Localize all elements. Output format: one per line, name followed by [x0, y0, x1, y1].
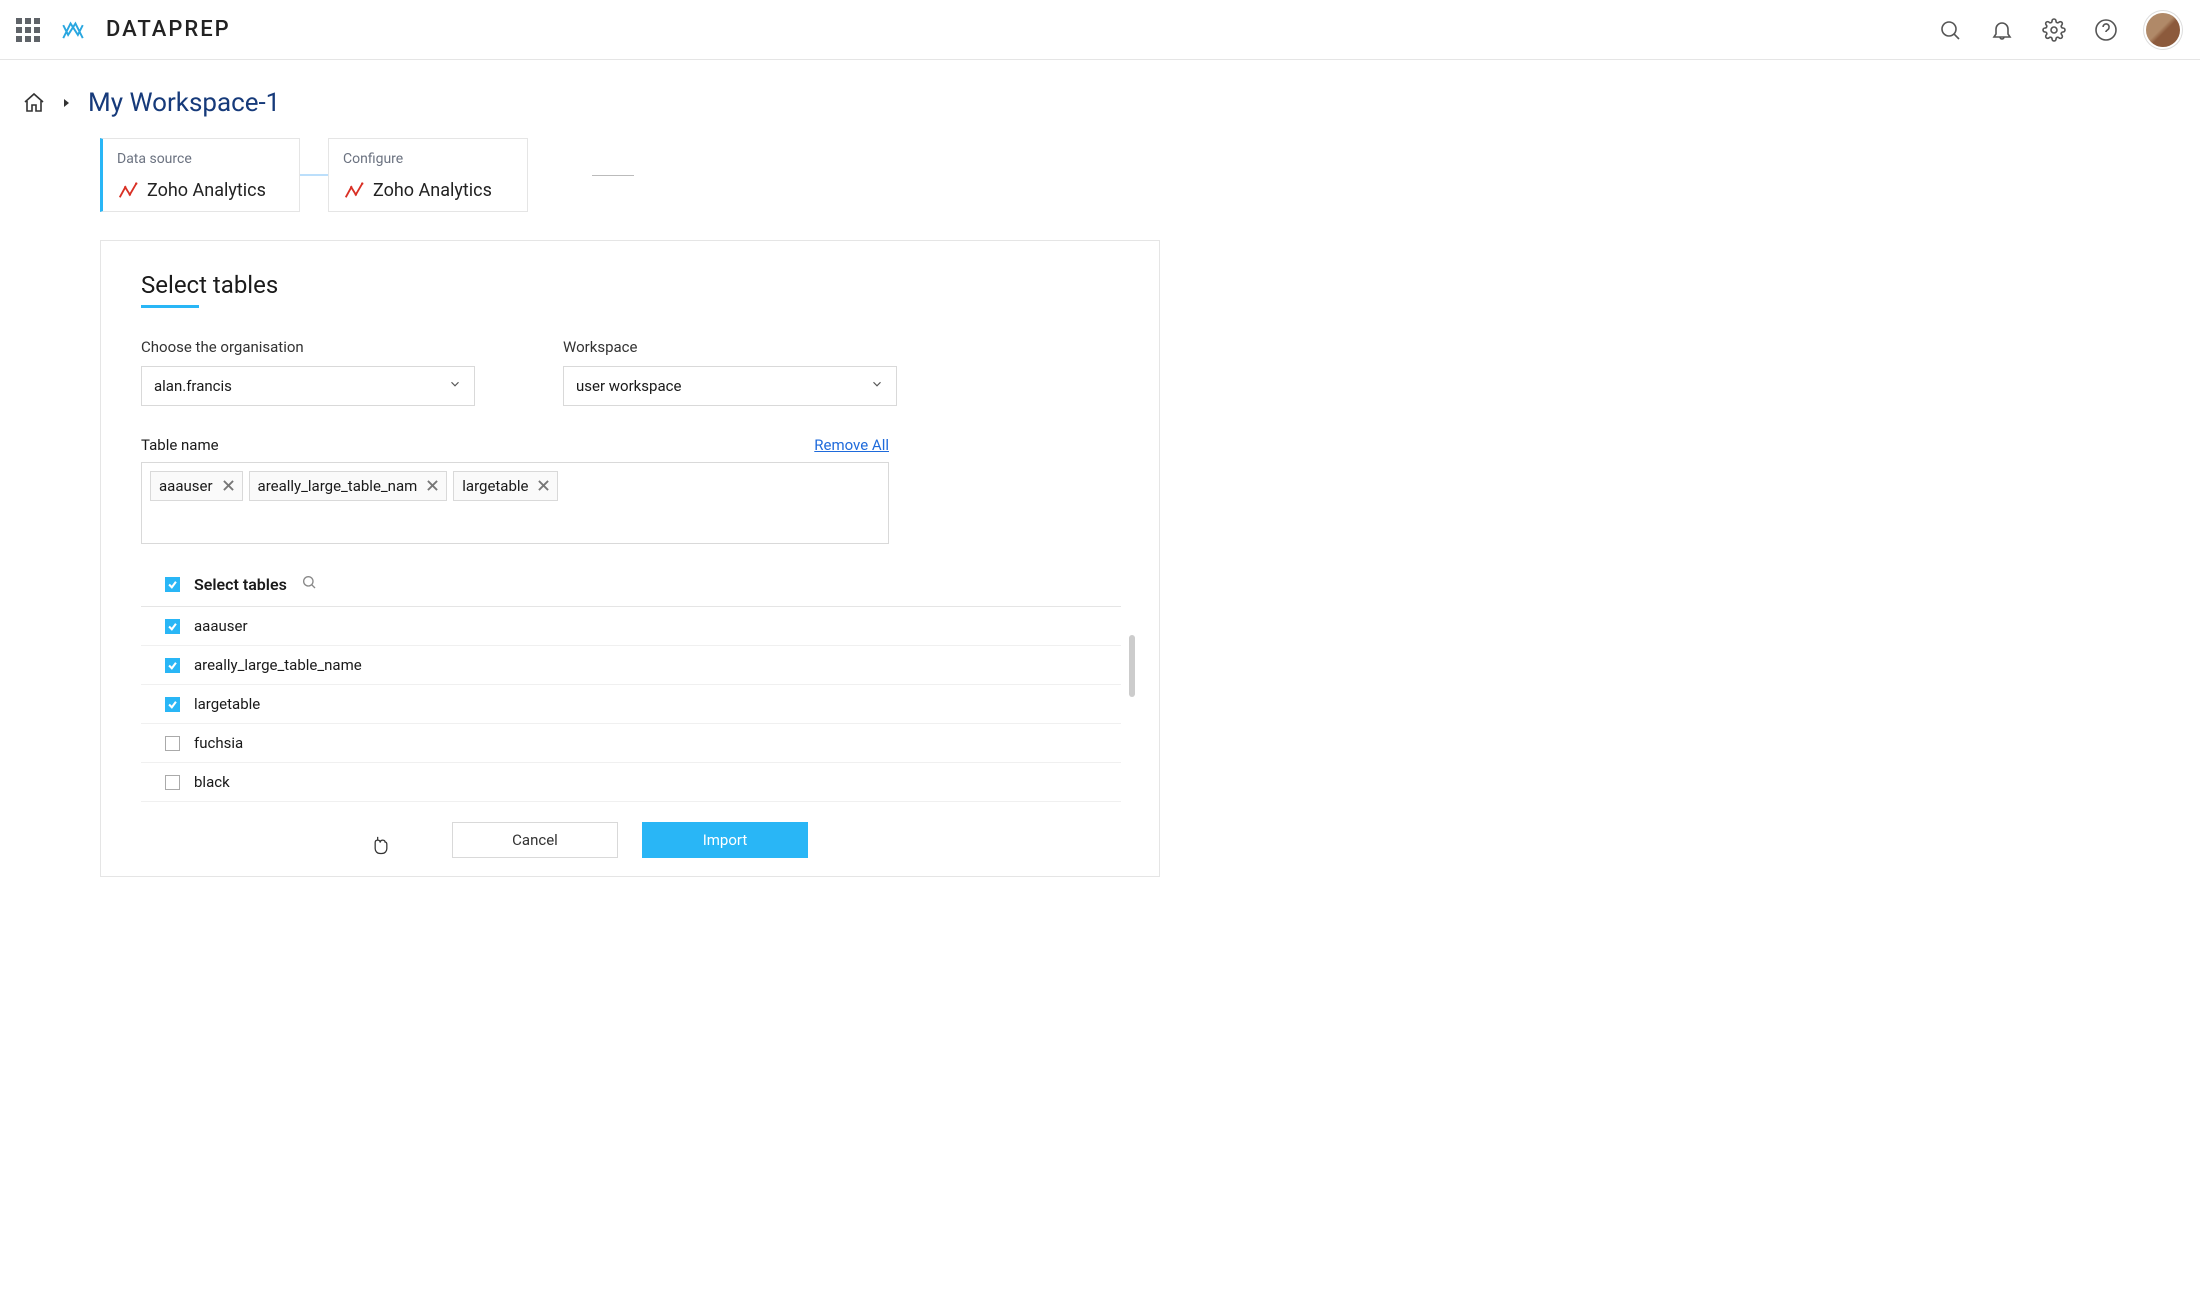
apps-grid-icon[interactable]: [16, 18, 40, 42]
table-row[interactable]: fuchsia: [141, 724, 1121, 763]
table-name-label: aaauser: [194, 617, 248, 635]
table-tag: aaauser: [150, 471, 243, 501]
step-card-configure[interactable]: Configure Zoho Analytics: [328, 138, 528, 212]
table-checkbox[interactable]: [165, 697, 180, 712]
organisation-select[interactable]: alan.francis: [141, 366, 475, 406]
help-icon[interactable]: [2094, 18, 2118, 42]
scrollbar-thumb[interactable]: [1129, 635, 1135, 697]
user-avatar[interactable]: [2146, 13, 2180, 47]
table-name-label: black: [194, 773, 230, 791]
table-checkbox[interactable]: [165, 619, 180, 634]
organisation-field: Choose the organisation alan.francis: [141, 338, 475, 406]
select-tables-panel: Select tables Choose the organisation al…: [100, 240, 1160, 877]
dataprep-logo-icon: [60, 17, 86, 43]
step-connector: [300, 174, 328, 176]
table-tag-label: areally_large_table_nam: [258, 477, 418, 495]
cancel-button[interactable]: Cancel: [452, 822, 618, 858]
organisation-label: Choose the organisation: [141, 338, 475, 356]
chevron-down-icon: [870, 377, 884, 395]
breadcrumb: My Workspace-1: [0, 60, 2200, 118]
app-name: DATAPREP: [106, 17, 231, 42]
step-title: Data source: [117, 151, 285, 167]
step-title: Configure: [343, 151, 513, 167]
table-row[interactable]: black: [141, 763, 1121, 802]
step-body-text: Zoho Analytics: [373, 180, 492, 201]
table-row[interactable]: areally_large_table_name: [141, 646, 1121, 685]
table-row[interactable]: largetable: [141, 685, 1121, 724]
workspace-select[interactable]: user workspace: [563, 366, 897, 406]
close-icon[interactable]: [538, 477, 549, 495]
workspace-field: Workspace user workspace: [563, 338, 897, 406]
search-icon[interactable]: [1938, 18, 1962, 42]
select-all-checkbox[interactable]: [165, 577, 180, 592]
step-cards-row: Data source Zoho Analytics Configure Zoh…: [100, 138, 2200, 212]
table-tag-label: largetable: [462, 477, 528, 495]
top-header-right: [1938, 13, 2180, 47]
panel-footer: Cancel Import: [141, 822, 1119, 858]
table-row[interactable]: aaauser: [141, 607, 1121, 646]
table-list-header: Select tables: [141, 574, 1121, 607]
selected-tables-tagbox[interactable]: aaauser areally_large_table_nam largetable: [141, 462, 889, 544]
table-checkbox[interactable]: [165, 658, 180, 673]
table-checkbox[interactable]: [165, 736, 180, 751]
table-name-label: largetable: [194, 695, 260, 713]
top-header: DATAPREP: [0, 0, 2200, 60]
panel-title: Select tables: [141, 271, 1119, 299]
import-button[interactable]: Import: [642, 822, 808, 858]
chevron-down-icon: [448, 377, 462, 395]
step-body-text: Zoho Analytics: [147, 180, 266, 201]
table-name-label: areally_large_table_name: [194, 656, 362, 674]
organisation-value: alan.francis: [154, 377, 232, 395]
workspace-title[interactable]: My Workspace-1: [88, 88, 280, 118]
tablename-label: Table name: [141, 436, 219, 454]
table-checkbox[interactable]: [165, 775, 180, 790]
table-tag: largetable: [453, 471, 558, 501]
home-icon[interactable]: [22, 91, 46, 115]
workspace-label: Workspace: [563, 338, 897, 356]
step-card-datasource[interactable]: Data source Zoho Analytics: [100, 138, 300, 212]
table-name-label: fuchsia: [194, 734, 243, 752]
bell-icon[interactable]: [1990, 18, 2014, 42]
step-placeholder: [592, 175, 634, 176]
close-icon[interactable]: [223, 477, 234, 495]
search-icon[interactable]: [301, 574, 317, 594]
top-header-left: DATAPREP: [16, 17, 231, 43]
close-icon[interactable]: [427, 477, 438, 495]
table-list-title: Select tables: [194, 575, 287, 594]
workspace-value: user workspace: [576, 377, 681, 395]
table-list-section: Select tables aaauser areally_large_table…: [141, 574, 1121, 802]
table-tag-label: aaauser: [159, 477, 213, 495]
zoho-analytics-icon: [343, 179, 365, 201]
breadcrumb-separator-icon: [62, 94, 72, 112]
gear-icon[interactable]: [2042, 18, 2066, 42]
table-tag: areally_large_table_nam: [249, 471, 448, 501]
remove-all-link[interactable]: Remove All: [814, 436, 889, 454]
panel-title-underline: [141, 305, 199, 308]
zoho-analytics-icon: [117, 179, 139, 201]
